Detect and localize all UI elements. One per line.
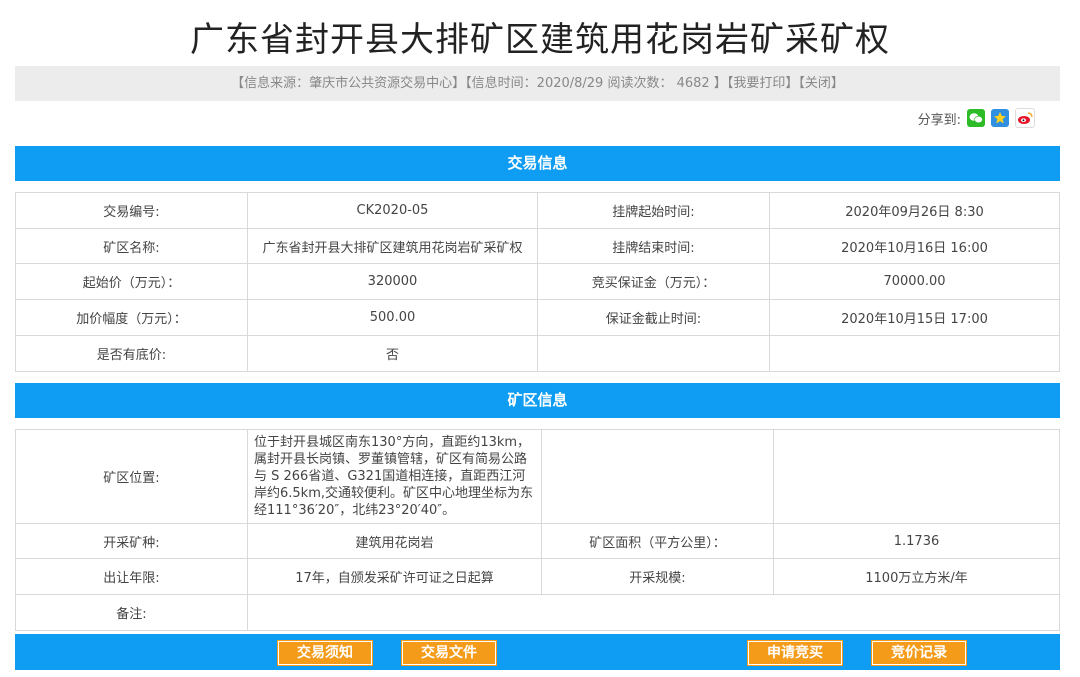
table-row: 矿区名称: 广东省封开县大排矿区建筑用花岗岩矿采矿权 挂牌结束时间: 2020年… [15, 228, 1060, 264]
cell-label: 矿区位置: [15, 429, 248, 524]
table-row: 矿区位置: 位于封开县城区南东130°方向，直距约13km，属封开县长岗镇、罗董… [15, 429, 1060, 524]
info-source: 【信息来源：肇庆市公共资源交易中心】 [231, 76, 466, 91]
cell-label: 交易编号: [15, 192, 248, 229]
cell-empty [541, 429, 774, 524]
cell-label: 出让年限: [15, 558, 248, 595]
cell-value: CK2020-05 [247, 192, 538, 229]
cell-label: 起始价（万元）： [15, 263, 248, 300]
trade-info-table: 交易编号: CK2020-05 挂牌起始时间: 2020年09月26日 8:30… [15, 192, 1060, 372]
qzone-icon[interactable] [991, 109, 1009, 127]
weibo-icon[interactable] [1015, 108, 1035, 128]
cell-empty [537, 335, 770, 372]
section-header-mine-info: 矿区信息 [15, 383, 1060, 418]
cell-label: 加价幅度（万元）： [15, 299, 248, 336]
share-bar: 分享到: [918, 107, 1035, 129]
cell-empty [769, 335, 1060, 372]
apply-bid-button[interactable]: 申请竞买 [747, 640, 843, 666]
table-row: 出让年限: 17年，自颁发采矿许可证之日起算 开采规模: 1100万立方米/年 [15, 558, 1060, 595]
wechat-icon[interactable] [967, 109, 985, 127]
cell-label: 开采规模: [541, 558, 774, 595]
table-row: 开采矿种: 建筑用花岗岩 矿区面积（平方公里）： 1.1736 [15, 523, 1060, 559]
cell-value: 2020年09月26日 8:30 [769, 192, 1060, 229]
remark-value [247, 594, 1060, 631]
print-link[interactable]: 【我要打印】 [727, 76, 799, 91]
share-label: 分享到: [917, 112, 961, 128]
info-bar: 【信息来源：肇庆市公共资源交易中心】【信息时间：2020/8/29 阅读次数： … [15, 66, 1060, 101]
cell-value: 否 [247, 335, 538, 372]
cell-label: 开采矿种: [15, 523, 248, 559]
table-row: 交易编号: CK2020-05 挂牌起始时间: 2020年09月26日 8:30 [15, 192, 1060, 229]
mine-info-table: 矿区位置: 位于封开县城区南东130°方向，直距约13km，属封开县长岗镇、罗董… [15, 429, 1060, 631]
info-time-reads: 【信息时间：2020/8/29 阅读次数： 4682 】 [465, 76, 727, 91]
page-title: 广东省封开县大排矿区建筑用花岗岩矿采矿权 [190, 20, 890, 60]
trade-notice-button[interactable]: 交易须知 [277, 640, 373, 666]
cell-label: 矿区名称: [15, 228, 248, 264]
cell-label: 备注: [15, 594, 248, 631]
cell-value: 500.00 [247, 299, 538, 336]
bid-records-button[interactable]: 竞价记录 [871, 640, 967, 666]
table-row: 加价幅度（万元）： 500.00 保证金截止时间: 2020年10月15日 17… [15, 299, 1060, 336]
table-row: 起始价（万元）： 320000 竞买保证金（万元）： 70000.00 [15, 263, 1060, 300]
location-description: 位于封开县城区南东130°方向，直距约13km，属封开县长岗镇、罗董镇管辖，矿区… [247, 429, 542, 524]
cell-label: 挂牌起始时间: [537, 192, 770, 229]
cell-label: 是否有底价: [15, 335, 248, 372]
section-header-trade-info: 交易信息 [15, 146, 1060, 181]
cell-empty [773, 429, 1060, 524]
close-link[interactable]: 【关闭】 [798, 76, 844, 91]
cell-value: 2020年10月15日 17:00 [769, 299, 1060, 336]
cell-label: 矿区面积（平方公里）： [541, 523, 774, 559]
cell-value: 2020年10月16日 16:00 [769, 228, 1060, 264]
cell-label: 竞买保证金（万元）： [537, 263, 770, 300]
cell-value: 1100万立方米/年 [773, 558, 1060, 595]
cell-value: 70000.00 [769, 263, 1060, 300]
cell-value: 1.1736 [773, 523, 1060, 559]
trade-files-button[interactable]: 交易文件 [401, 640, 497, 666]
cell-label: 挂牌结束时间: [537, 228, 770, 264]
cell-value: 17年，自颁发采矿许可证之日起算 [247, 558, 542, 595]
table-row: 备注: [15, 594, 1060, 631]
cell-value: 建筑用花岗岩 [247, 523, 542, 559]
table-row: 是否有底价: 否 [15, 335, 1060, 372]
cell-label: 保证金截止时间: [537, 299, 770, 336]
cell-value: 广东省封开县大排矿区建筑用花岗岩矿采矿权 [247, 228, 538, 264]
cell-value: 320000 [247, 263, 538, 300]
